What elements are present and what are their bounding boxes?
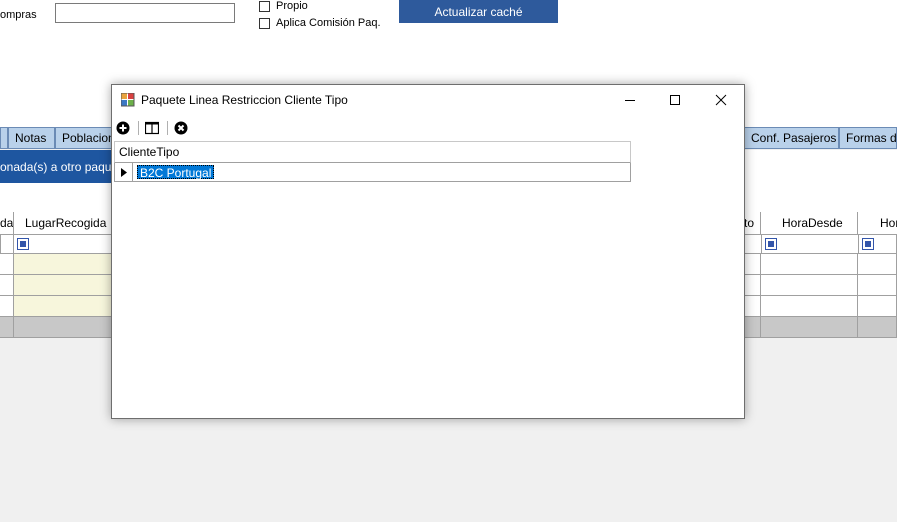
restriction-dialog: Paquete Linea Restriccion Cliente Tipo C… bbox=[111, 84, 745, 419]
grid-divider bbox=[760, 254, 761, 317]
app-icon bbox=[121, 93, 135, 107]
columns-button[interactable] bbox=[144, 120, 160, 136]
table-row[interactable] bbox=[0, 296, 14, 317]
cliente-tipo-grid: ClienteTipo B2C Portugal bbox=[114, 141, 744, 417]
tab-formas[interactable]: Formas de bbox=[839, 127, 897, 149]
table-row[interactable] bbox=[14, 254, 112, 275]
close-icon bbox=[715, 94, 727, 106]
table-row[interactable]: B2C Portugal bbox=[114, 163, 631, 182]
columns-icon bbox=[145, 121, 159, 135]
grid-divider bbox=[13, 317, 14, 338]
table-row[interactable] bbox=[0, 275, 14, 296]
table-new-row[interactable] bbox=[744, 317, 897, 338]
propio-checkbox-label: Propio bbox=[276, 0, 308, 12]
tab-partial-left[interactable] bbox=[0, 127, 8, 149]
comision-checkbox[interactable]: Aplica Comisión Paq. bbox=[259, 17, 381, 29]
toolbar-separator bbox=[167, 121, 168, 135]
table-row[interactable] bbox=[0, 254, 14, 275]
tab-poblaciones[interactable]: Poblaciones bbox=[55, 127, 115, 149]
maximize-icon bbox=[670, 95, 680, 105]
table-row[interactable] bbox=[744, 275, 897, 296]
comision-checkbox-label: Aplica Comisión Paq. bbox=[276, 17, 381, 29]
compras-label: ompras bbox=[0, 9, 37, 21]
tab-conf-pasajeros[interactable]: Conf. Pasajeros bbox=[744, 127, 839, 149]
grid-col-header-cliente-tipo[interactable]: ClienteTipo bbox=[114, 141, 631, 163]
minimize-icon bbox=[625, 100, 635, 101]
filter-icon[interactable] bbox=[862, 238, 874, 250]
compras-input[interactable] bbox=[55, 3, 235, 23]
table-row[interactable] bbox=[14, 275, 112, 296]
filter-cell-a[interactable] bbox=[0, 234, 14, 254]
dialog-title: Paquete Linea Restriccion Cliente Tipo bbox=[141, 93, 348, 107]
filter-cell-to[interactable] bbox=[744, 234, 762, 254]
grid-col-header-to[interactable]: to bbox=[744, 212, 761, 234]
grid-col-header-lugar[interactable]: LugarRecogida bbox=[14, 212, 112, 234]
dialog-toolbar bbox=[112, 116, 744, 140]
tab-notas[interactable]: Notas bbox=[8, 127, 55, 149]
comision-checkbox-box[interactable] bbox=[259, 17, 270, 29]
filter-cell-lugar[interactable] bbox=[13, 234, 112, 254]
delete-button[interactable] bbox=[173, 120, 189, 136]
grid-divider bbox=[857, 254, 858, 317]
minimize-button[interactable] bbox=[607, 85, 653, 115]
grid-col-header-a[interactable]: da bbox=[0, 212, 14, 234]
delete-icon bbox=[174, 121, 188, 135]
filter-cell-hora-desde[interactable] bbox=[761, 234, 859, 254]
filter-cell-hor[interactable] bbox=[858, 234, 897, 254]
toolbar-separator bbox=[138, 121, 139, 135]
table-row[interactable] bbox=[744, 296, 897, 317]
grid-divider bbox=[760, 317, 761, 338]
maximize-button[interactable] bbox=[652, 85, 698, 115]
add-button[interactable] bbox=[115, 120, 131, 136]
propio-checkbox-box[interactable] bbox=[259, 0, 270, 12]
filter-icon[interactable] bbox=[765, 238, 777, 250]
dialog-titlebar[interactable]: Paquete Linea Restriccion Cliente Tipo bbox=[112, 85, 744, 115]
table-row[interactable] bbox=[14, 296, 112, 317]
grid-col-header-hor[interactable]: Hor bbox=[858, 212, 897, 234]
add-icon bbox=[116, 121, 130, 135]
grid-col-header-hora-desde[interactable]: HoraDesde bbox=[761, 212, 858, 234]
row-indicator[interactable] bbox=[115, 163, 133, 181]
cliente-tipo-cell[interactable]: B2C Portugal bbox=[137, 165, 215, 180]
propio-checkbox[interactable]: Propio bbox=[259, 0, 308, 12]
assign-package-banner[interactable]: onada(s) a otro paquete bbox=[0, 150, 120, 183]
current-row-arrow-icon bbox=[120, 167, 127, 177]
grid-divider bbox=[857, 317, 858, 338]
filter-icon[interactable] bbox=[17, 238, 29, 250]
table-new-row[interactable] bbox=[0, 317, 112, 338]
update-cache-button[interactable]: Actualizar caché bbox=[399, 0, 558, 23]
close-button[interactable] bbox=[698, 85, 744, 115]
table-row[interactable] bbox=[744, 254, 897, 275]
